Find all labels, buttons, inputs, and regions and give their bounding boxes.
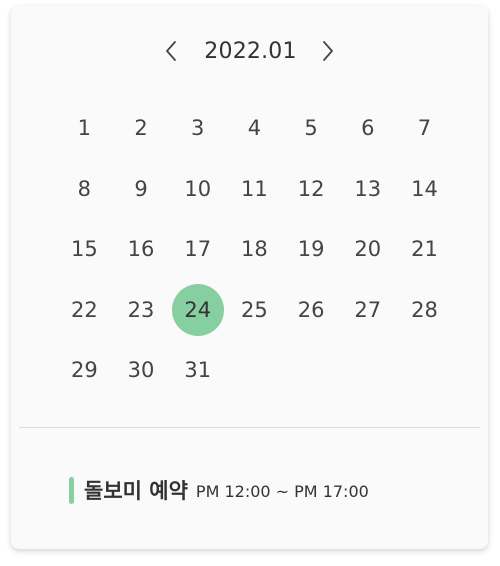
day-cell[interactable]: 8 (56, 159, 113, 220)
day-cell[interactable]: 25 (226, 280, 283, 341)
day-cell[interactable]: 13 (339, 159, 396, 220)
day-cell[interactable]: 9 (113, 159, 170, 220)
day-cell[interactable]: 20 (339, 219, 396, 280)
day-cell[interactable]: 30 (113, 340, 170, 401)
day-cell[interactable]: 3 (169, 98, 226, 159)
divider (19, 427, 480, 428)
day-cell[interactable]: 18 (226, 219, 283, 280)
day-cell[interactable]: 4 (226, 98, 283, 159)
day-grid: 1 2 3 4 5 6 7 8 9 10 11 12 13 14 15 16 1… (56, 98, 453, 401)
day-cell[interactable]: 14 (396, 159, 453, 220)
month-label: 2022.01 (204, 38, 297, 64)
day-cell[interactable]: 23 (113, 280, 170, 341)
selected-day-cell[interactable]: 24 (169, 280, 226, 341)
next-month-button[interactable] (313, 36, 343, 66)
event-time: PM 12:00 ~ PM 17:00 (195, 481, 369, 501)
day-cell[interactable]: 7 (396, 98, 453, 159)
day-cell[interactable]: 28 (396, 280, 453, 341)
day-cell[interactable]: 15 (56, 219, 113, 280)
chevron-left-icon (166, 41, 177, 61)
day-cell[interactable]: 21 (396, 219, 453, 280)
chevron-right-icon (322, 41, 333, 61)
day-cell[interactable]: 19 (283, 219, 340, 280)
day-cell[interactable]: 11 (226, 159, 283, 220)
event-title: 돌보미 예약 (84, 479, 188, 503)
day-cell[interactable]: 26 (283, 280, 340, 341)
prev-month-button[interactable] (156, 36, 186, 66)
event-item[interactable]: 돌보미 예약 PM 12:00 ~ PM 17:00 (69, 475, 369, 505)
day-cell[interactable]: 16 (113, 219, 170, 280)
calendar-header: 2022.01 (11, 35, 488, 67)
day-cell[interactable]: 12 (283, 159, 340, 220)
day-cell[interactable]: 5 (283, 98, 340, 159)
day-cell[interactable]: 27 (339, 280, 396, 341)
event-color-bar (69, 476, 74, 504)
day-cell[interactable]: 1 (56, 98, 113, 159)
day-cell[interactable]: 31 (169, 340, 226, 401)
calendar-card: 2022.01 1 2 3 4 5 6 7 8 9 10 11 12 13 14… (11, 6, 488, 549)
day-cell[interactable]: 10 (169, 159, 226, 220)
day-cell[interactable]: 2 (113, 98, 170, 159)
day-cell[interactable]: 22 (56, 280, 113, 341)
day-cell[interactable]: 29 (56, 340, 113, 401)
day-cell[interactable]: 6 (339, 98, 396, 159)
day-cell[interactable]: 17 (169, 219, 226, 280)
